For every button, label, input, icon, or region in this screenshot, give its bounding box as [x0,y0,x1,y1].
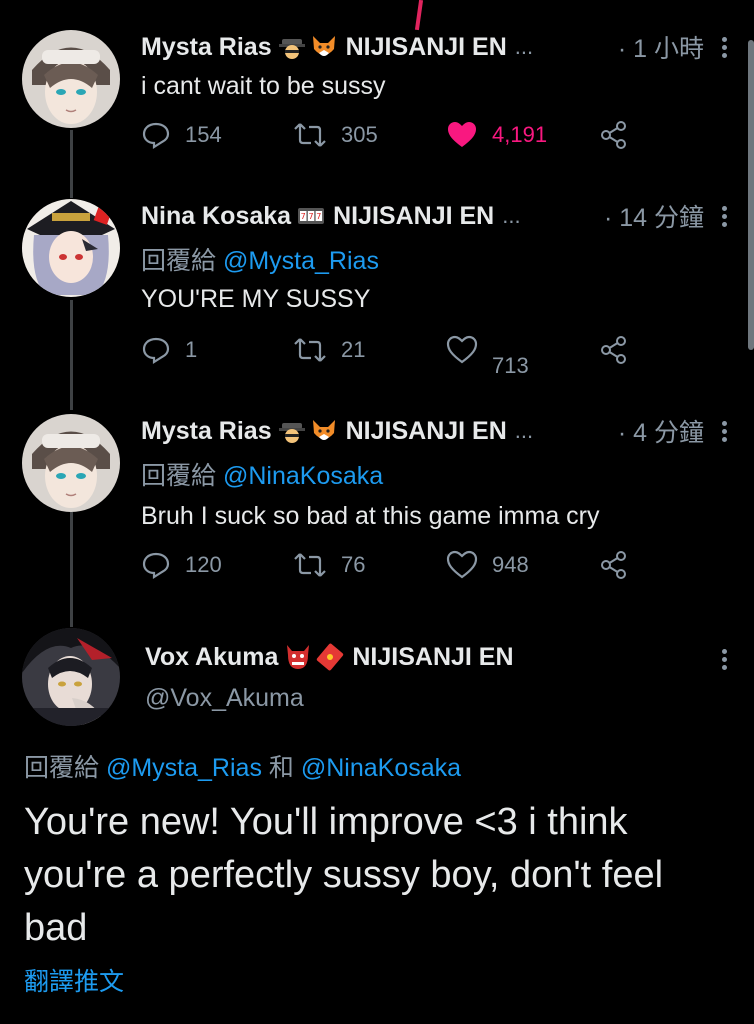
reply-icon [142,337,170,364]
user-handle[interactable]: @Vox_Akuma [145,684,304,713]
svg-text:7: 7 [301,212,306,221]
heart-icon [446,550,478,579]
retweet-count: 76 [341,552,366,577]
display-name[interactable]: Vox Akuma [145,643,278,672]
tweet[interactable]: Mysta Rias NIJISANJI EN ... · 4 分鐘 回覆給 @… [0,410,754,620]
share-button[interactable] [599,550,643,580]
retweet-icon [294,338,326,362]
reply-count: 1 [185,337,198,362]
reply-context: 回覆給 @Mysta_Rias [141,241,379,277]
retweet-button[interactable]: 21 [293,335,365,365]
tweet-text: YOU'RE MY SUSSY [141,285,371,313]
reply-prefix: 回覆給 [141,462,217,490]
ogre-emoji-icon [284,643,312,671]
main-tweet-text: You're new! You'll improve <3 i think yo… [24,801,664,949]
reply-button[interactable]: 120 [141,550,222,580]
like-button[interactable]: 948 [446,550,529,580]
reply-count: 120 [185,552,222,577]
translate-tweet-link[interactable]: 翻譯推文 [24,962,124,998]
reply-handle-link[interactable]: @NinaKosaka [301,754,461,782]
heart-icon [446,335,478,364]
timestamp[interactable]: · 4 分鐘 [618,413,734,449]
reply-handle-link[interactable]: @NinaKosaka [223,462,383,490]
share-icon [601,551,626,579]
reply-prefix: 回覆給 [141,247,217,275]
reply-count: 154 [185,122,222,147]
svg-text:7: 7 [316,212,321,221]
red-envelope-emoji-icon [316,643,344,671]
reply-prefix: 回覆給 [24,754,100,782]
reply-handle-link[interactable]: @Mysta_Rias [223,247,379,275]
org-name: NIJISANJI EN [345,416,507,445]
more-icon[interactable] [722,646,728,673]
reply-context: 回覆給 @NinaKosaka [141,456,383,492]
reply-icon [142,552,170,579]
reply-handle-link[interactable]: @Mysta_Rias [106,754,262,782]
tweet-actions: 120 76 948 [141,550,641,590]
tweet[interactable]: Nina Kosaka 777 NIJISANJI EN ... · 14 分鐘… [0,195,754,405]
display-name[interactable]: Nina Kosaka [141,202,291,231]
org-name: NIJISANJI EN [352,642,514,671]
avatar[interactable] [22,628,120,726]
slot-machine-emoji-icon: 777 [297,202,325,230]
share-button[interactable] [599,335,643,365]
avatar[interactable] [22,414,120,512]
tweet-text: i cant wait to be sussy [141,72,386,100]
retweet-icon [294,553,326,577]
org-name: NIJISANJI EN [333,201,495,230]
main-tweet[interactable]: Vox Akuma NIJISANJI EN @Vox_Akuma 回覆給 @M… [0,620,754,1024]
retweet-icon [294,123,326,147]
name-ellipsis: ... [514,34,534,59]
more-icon[interactable] [722,34,728,61]
name-ellipsis: ... [502,203,521,228]
timestamp[interactable]: · 1 小時 [618,29,734,65]
like-count: 948 [492,552,529,577]
name-ellipsis: ... [514,418,534,443]
tweet[interactable]: Mysta Rias NIJISANJI EN ... · 1 小時 i can… [0,0,754,195]
display-name[interactable]: Mysta Rias [141,417,272,446]
share-icon [601,121,626,149]
svg-text:7: 7 [309,212,314,221]
detective-emoji-icon [278,417,306,445]
reply-button[interactable]: 1 [141,335,197,365]
share-icon [601,336,626,364]
display-name[interactable]: Mysta Rias [141,33,272,62]
like-button[interactable]: 4,191 [446,120,547,150]
timestamp[interactable]: · 14 分鐘 [604,198,734,234]
retweet-button[interactable]: 76 [293,550,365,580]
like-button[interactable]: 713 [446,335,529,378]
fox-emoji-icon [310,417,338,445]
more-icon[interactable] [722,203,728,230]
retweet-count: 305 [341,122,378,147]
reply-icon [142,122,170,149]
more-icon[interactable] [722,418,728,445]
avatar[interactable] [22,30,120,128]
like-count: 713 [492,353,529,378]
tweet-actions: 154 305 4,191 [141,120,641,160]
like-count: 4,191 [492,122,548,147]
detective-emoji-icon [278,33,306,61]
retweet-button[interactable]: 305 [293,120,378,150]
fox-emoji-icon [310,33,338,61]
heart-icon [448,122,476,147]
reply-button[interactable]: 154 [141,120,222,150]
retweet-count: 21 [341,337,366,362]
avatar[interactable] [22,199,120,297]
reply-context: 回覆給 @Mysta_Rias 和 @NinaKosaka [24,748,461,784]
reply-and: 和 [268,754,294,782]
tweet-text: Bruh I suck so bad at this game imma cry [141,502,600,530]
org-name: NIJISANJI EN [345,32,507,61]
share-button[interactable] [599,120,643,150]
tweet-actions: 1 21 713 [141,335,643,378]
